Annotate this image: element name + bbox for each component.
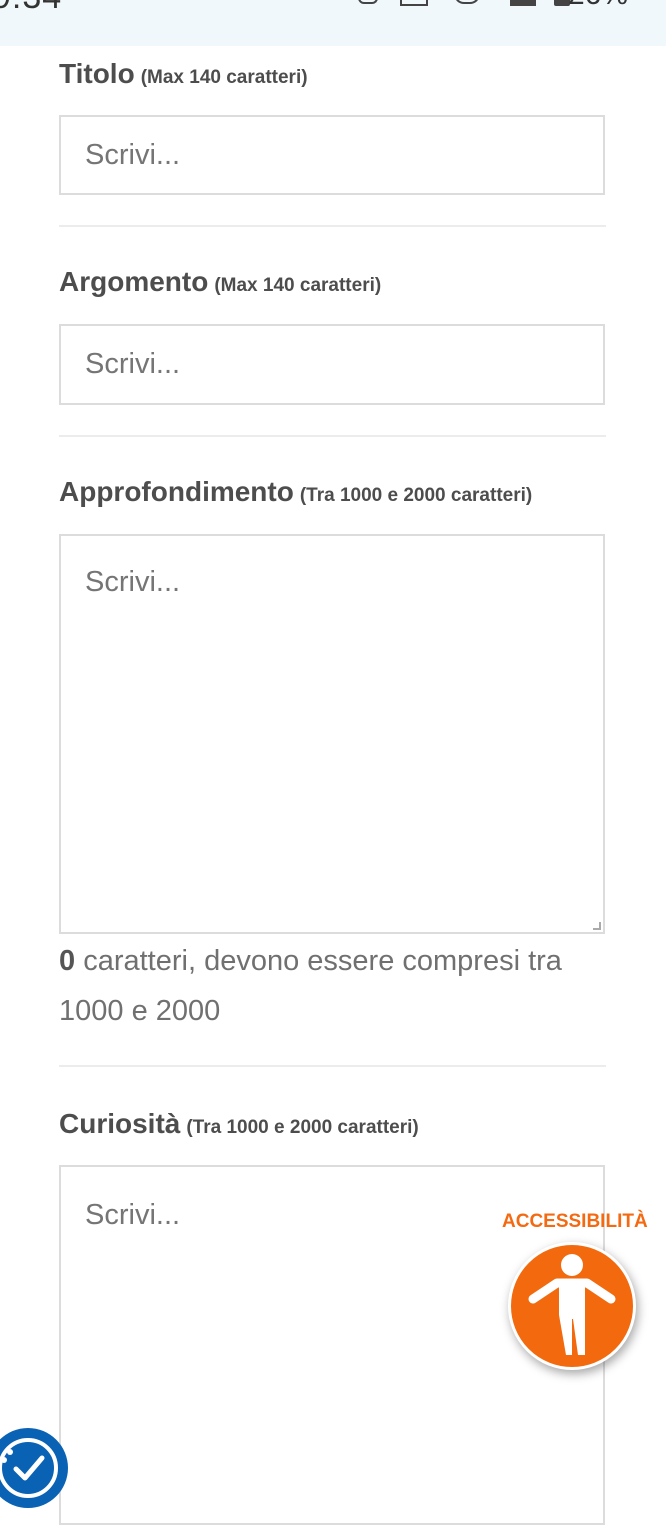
section-title-label: Approfondimento [59,476,294,507]
hotspot-icon [454,0,480,4]
character-count: 0 [59,945,76,977]
titolo-placeholder: Scrivi... [85,139,181,171]
curiosita-placeholder: Scrivi... [85,1199,181,1231]
character-counter-text: caratteri, devono essere compresi tra 10… [59,945,562,1027]
status-battery: 26% [568,0,628,12]
status-icons [358,0,570,8]
approfondimento-placeholder: Scrivi... [85,566,181,598]
signal-icon [510,0,536,6]
section-title-argomento: Argomento (Max 140 caratteri) [59,266,381,298]
status-bar: 9:34 26% [0,0,666,46]
approfondimento-textarea[interactable]: Scrivi... [59,534,605,934]
resize-handle[interactable] [593,922,601,930]
titolo-input[interactable]: Scrivi... [59,115,605,195]
check-badge-button[interactable] [0,1428,68,1508]
divider [59,225,606,227]
section-title-curiosita: Curiosità (Tra 1000 e 2000 caratteri) [59,1108,419,1140]
section-title-hint: (Max 140 caratteri) [140,67,308,88]
check-badge-icon [0,1438,58,1498]
argomento-placeholder: Scrivi... [85,348,181,380]
nfc-icon [358,0,378,4]
section-title-label: Argomento [59,266,209,297]
status-time: 9:34 [0,0,62,17]
vibrate-icon [400,0,428,6]
section-title-label: Curiosità [59,1108,181,1139]
accessibility-label[interactable]: ACCESSIBILITÀ [502,1211,648,1233]
section-title-titolo: Titolo (Max 140 caratteri) [59,58,308,90]
section-title-label: Titolo [59,58,135,89]
person-accessibility-icon [528,1254,616,1355]
section-title-hint: (Max 140 caratteri) [214,275,382,296]
divider [59,435,606,437]
section-title-approfondimento: Approfondimento (Tra 1000 e 2000 caratter… [59,476,532,508]
divider [59,1065,606,1067]
accessibility-button[interactable] [508,1242,636,1370]
section-title-hint: (Tra 1000 e 2000 caratteri) [299,485,533,506]
section-title-hint: (Tra 1000 e 2000 caratteri) [186,1117,419,1138]
argomento-input[interactable]: Scrivi... [59,324,605,405]
character-counter: 0 caratteri, devono essere compresi tra … [59,936,619,1036]
